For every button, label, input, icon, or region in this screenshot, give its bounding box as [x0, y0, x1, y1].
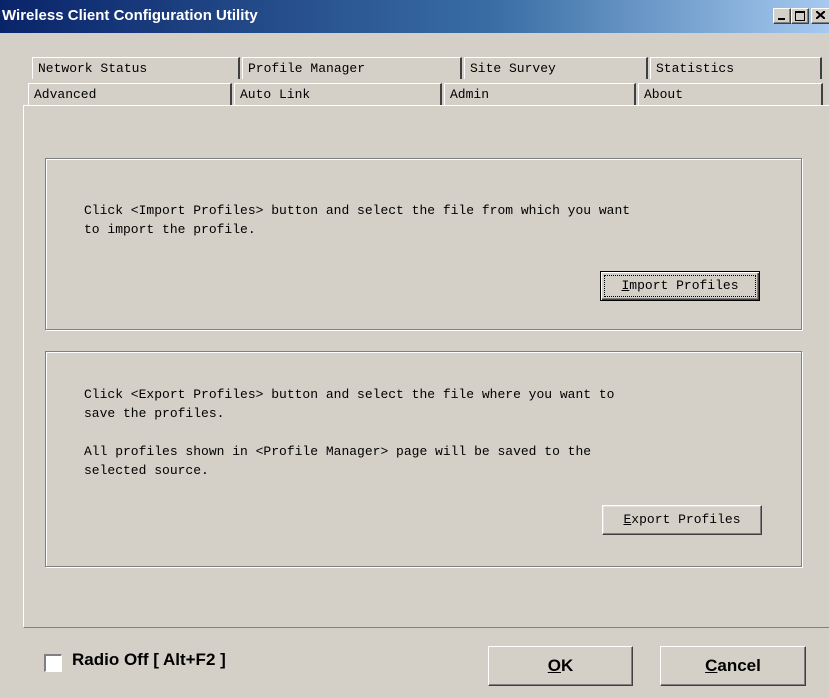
export-instruction-line4: selected source.	[84, 463, 209, 478]
tab-label: Admin	[450, 87, 490, 102]
tab-network-status[interactable]: Network Status	[32, 57, 240, 79]
import-profiles-button[interactable]: Import Profiles	[600, 271, 760, 301]
tab-admin[interactable]: Admin	[444, 83, 636, 105]
export-instruction-line3: All profiles shown in <Profile Manager> …	[84, 444, 592, 459]
tab-label: Statistics	[656, 61, 735, 76]
import-instruction-line2: to import the profile.	[84, 222, 256, 237]
tab-label: Advanced	[34, 87, 97, 102]
tab-label: Site Survey	[470, 61, 556, 76]
radio-off-checkbox[interactable]	[44, 654, 62, 672]
tab-label: Auto Link	[240, 87, 311, 102]
import-instruction-line1: Click <Import Profiles> button and selec…	[84, 203, 631, 218]
export-profiles-button[interactable]: Export Profiles	[602, 505, 762, 535]
tab-advanced[interactable]: Advanced	[28, 83, 232, 105]
import-button-label: mport Profiles	[629, 278, 739, 293]
export-instruction-line1: Click <Export Profiles> button and selec…	[84, 387, 615, 402]
ok-label: K	[560, 656, 574, 675]
tab-label: Network Status	[38, 61, 148, 76]
cancel-button[interactable]: Cancel	[660, 646, 806, 686]
tab-about[interactable]: About	[638, 83, 823, 105]
cancel-mnemonic: C	[705, 656, 718, 675]
cancel-label: ancel	[717, 656, 761, 675]
export-button-label: xport Profiles	[631, 512, 741, 527]
maximize-icon[interactable]	[791, 8, 809, 24]
tab-label: About	[644, 87, 684, 102]
window-title: Wireless Client Configuration Utility	[2, 7, 258, 24]
import-group: Click <Import Profiles> button and selec…	[45, 158, 802, 330]
export-instruction-line2: save the profiles.	[84, 406, 225, 421]
ok-button[interactable]: OK	[488, 646, 633, 686]
tab-profile-manager[interactable]: Profile Manager	[242, 57, 462, 79]
tab-statistics[interactable]: Statistics	[650, 57, 822, 79]
tab-site-survey[interactable]: Site Survey	[464, 57, 648, 79]
minimize-icon[interactable]	[773, 8, 791, 24]
admin-panel: Click <Import Profiles> button and selec…	[23, 105, 829, 628]
radio-off-label[interactable]: Radio Off [ Alt+F2 ]	[72, 650, 226, 670]
title-bar[interactable]: Wireless Client Configuration Utility	[0, 0, 829, 33]
ok-mnemonic: O	[547, 656, 561, 675]
tab-auto-link[interactable]: Auto Link	[234, 83, 442, 105]
close-icon[interactable]	[811, 8, 829, 24]
tab-label: Profile Manager	[248, 61, 366, 76]
export-group: Click <Export Profiles> button and selec…	[45, 351, 802, 567]
